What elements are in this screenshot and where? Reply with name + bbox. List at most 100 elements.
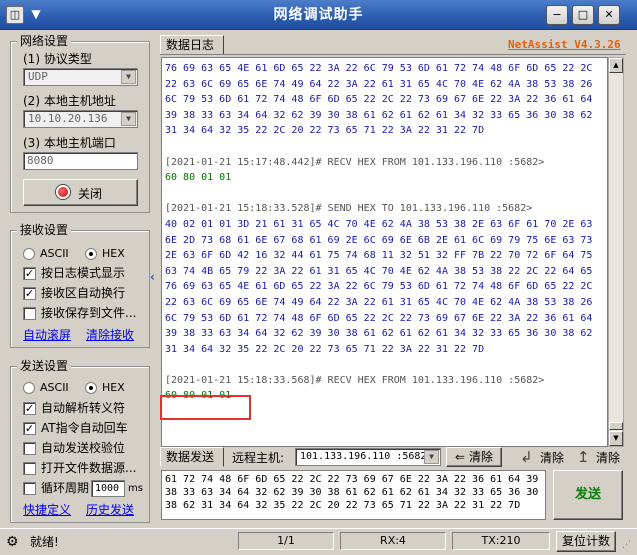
receive-settings-title: 接收设置 [17, 222, 72, 238]
upload-arrow-icon[interactable]: ↥ [577, 449, 590, 465]
chevron-down-icon[interactable]: ▼ [121, 112, 136, 126]
remote-host-label: 远程主机: [232, 451, 285, 465]
tab-divider [160, 54, 626, 55]
close-connection-label: 关闭 [78, 187, 103, 201]
at-return-checkbox[interactable]: ✓ [23, 422, 36, 435]
reset-count-button[interactable]: 复位计数 [556, 531, 616, 552]
port-input[interactable]: 8080 [23, 152, 138, 170]
log-line: [2021-01-21 15:18:33.528]# SEND HEX TO 1… [165, 203, 533, 215]
maximize-button[interactable]: □ [572, 5, 594, 25]
status-bar: ⚙ 就绪! 1/1 RX:4 TX:210 复位计数 ⋰ [0, 528, 637, 555]
checksum-label: 自动发送校验位 [41, 441, 126, 455]
chevron-down-icon[interactable]: ▼ [121, 70, 136, 84]
receive-hex-radio[interactable] [85, 248, 97, 260]
close-button[interactable]: ✕ [598, 5, 620, 25]
log-line: 22 63 6C 69 65 6E 74 49 64 22 3A 22 61 3… [165, 296, 593, 308]
brand-version-link[interactable]: NetAssist V4.3.26 [508, 37, 621, 53]
receive-hex-label: HEX [102, 247, 125, 260]
status-page: 1/1 [238, 532, 334, 550]
file-source-checkbox[interactable] [23, 462, 36, 475]
receive-settings-group: 接收设置 ASCII HEX ✓ 按日志模式显示 ✓ 接收区自动换行 接收保存到… [10, 222, 150, 348]
loop-label: 循环周期 [41, 481, 90, 495]
send-history-link[interactable]: 历史发送 [86, 502, 134, 518]
chevron-down-icon[interactable]: ▼ [424, 450, 439, 464]
log-line: 6C 79 53 6D 61 72 74 48 6F 6D 65 22 2C 2… [165, 312, 593, 324]
remote-host-select[interactable]: 101.133.196.110 :5682 ▼ [295, 448, 441, 466]
log-line: 76 69 63 65 4E 61 6D 65 22 3A 22 6C 79 5… [165, 63, 593, 74]
receive-ascii-label: ASCII [40, 247, 69, 260]
scroll-up-icon[interactable]: ▲ [609, 58, 623, 73]
log-scrollbar[interactable]: ▲ ▼ [608, 57, 624, 447]
protocol-label: (1) 协议类型 [23, 52, 92, 66]
send-button[interactable]: 发送 [553, 470, 623, 520]
host-select[interactable]: 10.10.20.136 ▼ [23, 110, 138, 128]
log-line: ​ [165, 139, 605, 155]
scroll-thumb[interactable] [609, 422, 623, 430]
log-line: 31 34 64 32 35 22 2C 20 22 73 65 71 22 3… [165, 125, 485, 137]
loop-period-input[interactable]: 1000 [91, 480, 125, 497]
remote-host-value: 101.133.196.110 :5682 [300, 451, 427, 462]
log-line: 6E 2D 73 68 61 6E 67 68 61 69 2E 6C 69 6… [165, 234, 593, 246]
log-line: [2021-01-21 15:17:48.442]# RECV HEX FROM… [165, 156, 545, 168]
at-return-label: AT指令自动回车 [41, 421, 128, 435]
auto-wrap-label: 接收区自动换行 [41, 286, 126, 300]
resize-grip-icon[interactable]: ⋰ [622, 537, 631, 553]
connection-status-icon [56, 185, 70, 199]
host-value: 10.10.20.136 [28, 112, 108, 125]
clear-remote-button[interactable]: ⇐ 清除 [446, 447, 502, 467]
protocol-value: UDP [28, 70, 48, 83]
receive-ascii-radio[interactable] [23, 248, 35, 260]
loop-checkbox[interactable] [23, 482, 36, 495]
save-to-file-label: 接收保存到文件... [41, 306, 137, 320]
save-to-file-checkbox[interactable] [23, 307, 36, 320]
checksum-checkbox[interactable] [23, 442, 36, 455]
send-settings-title: 发送设置 [17, 358, 72, 374]
log-mode-checkbox[interactable]: ✓ [23, 267, 36, 280]
auto-scroll-link[interactable]: 自动滚屏 [23, 327, 71, 343]
send-content-area[interactable]: 61 72 74 48 6F 6D 65 22 2C 22 73 69 67 6… [161, 470, 546, 520]
clear-all-label[interactable]: 清除 [596, 450, 620, 466]
scroll-down-icon[interactable]: ▼ [609, 431, 623, 446]
escape-parse-checkbox[interactable]: ✓ [23, 402, 36, 415]
status-rx: RX:4 [340, 532, 446, 550]
send-hex-label: HEX [102, 381, 125, 394]
log-line: 76 69 63 65 4E 61 6D 65 22 3A 22 6C 79 5… [165, 281, 593, 293]
send-line: 61 72 74 48 6F 6D 65 22 2C 22 73 69 67 6… [165, 474, 539, 485]
minimize-button[interactable]: − [546, 5, 568, 25]
network-settings-title: 网络设置 [17, 33, 72, 49]
host-label: (2) 本地主机地址 [23, 94, 116, 108]
port-label: (3) 本地主机端口 [23, 136, 116, 150]
send-ascii-radio[interactable] [23, 382, 35, 394]
send-line: 38 33 63 34 64 32 62 39 30 38 61 62 61 6… [165, 487, 539, 498]
status-tx: TX:210 [452, 532, 550, 550]
loop-unit-label: ms [128, 483, 143, 494]
log-line: 22 63 6C 69 65 6E 74 49 64 22 3A 22 61 3… [165, 78, 593, 90]
clear-receive-link[interactable]: 清除接收 [86, 327, 134, 343]
status-ready: 就绪! [30, 535, 59, 549]
protocol-select[interactable]: UDP ▼ [23, 68, 138, 86]
clear-send-label[interactable]: 清除 [540, 450, 564, 466]
log-line: [2021-01-21 15:18:33.568]# RECV HEX FROM… [165, 374, 545, 386]
collapse-panel-icon[interactable]: ‹ [150, 270, 160, 284]
window-title: 网络调试助手 [273, 7, 364, 23]
send-ascii-label: ASCII [40, 381, 69, 394]
clear-remote-label: 清除 [468, 450, 493, 464]
shortcut-define-link[interactable]: 快捷定义 [23, 502, 71, 518]
auto-wrap-checkbox[interactable]: ✓ [23, 287, 36, 300]
send-settings-group: 发送设置 ASCII HEX ✓ 自动解析转义符 ✓ AT指令自动回车 自动发送… [10, 358, 150, 523]
log-line: 40 02 01 01 3D 21 61 31 65 4C 70 4E 62 4… [165, 218, 593, 230]
log-mode-label: 按日志模式显示 [41, 266, 126, 280]
tab-data-log[interactable]: 数据日志 [160, 35, 224, 55]
log-line: 6C 79 53 6D 61 72 74 48 6F 6D 65 22 2C 2… [165, 94, 593, 106]
log-line: 63 74 4B 65 79 22 3A 22 61 31 65 4C 70 4… [165, 265, 593, 277]
data-log-area[interactable]: 76 69 63 65 4E 61 6D 65 22 3A 22 6C 79 5… [161, 57, 608, 447]
log-line: 60 80 01 01 [165, 172, 232, 184]
tab-data-send[interactable]: 数据发送 [160, 447, 224, 467]
undo-arrow-icon[interactable]: ↲ [520, 449, 533, 465]
log-line: 31 34 64 32 35 22 2C 20 22 73 65 71 22 3… [165, 343, 485, 355]
title-bar[interactable]: ◫ ▼ 网络调试助手 − □ ✕ [0, 0, 637, 30]
send-hex-radio[interactable] [85, 382, 97, 394]
close-connection-button[interactable]: 关闭 [23, 179, 138, 206]
network-settings-group: 网络设置 (1) 协议类型 UDP ▼ (2) 本地主机地址 10.10.20.… [10, 33, 150, 213]
log-line: 39 38 33 63 34 64 32 62 39 30 38 61 62 6… [165, 328, 593, 340]
